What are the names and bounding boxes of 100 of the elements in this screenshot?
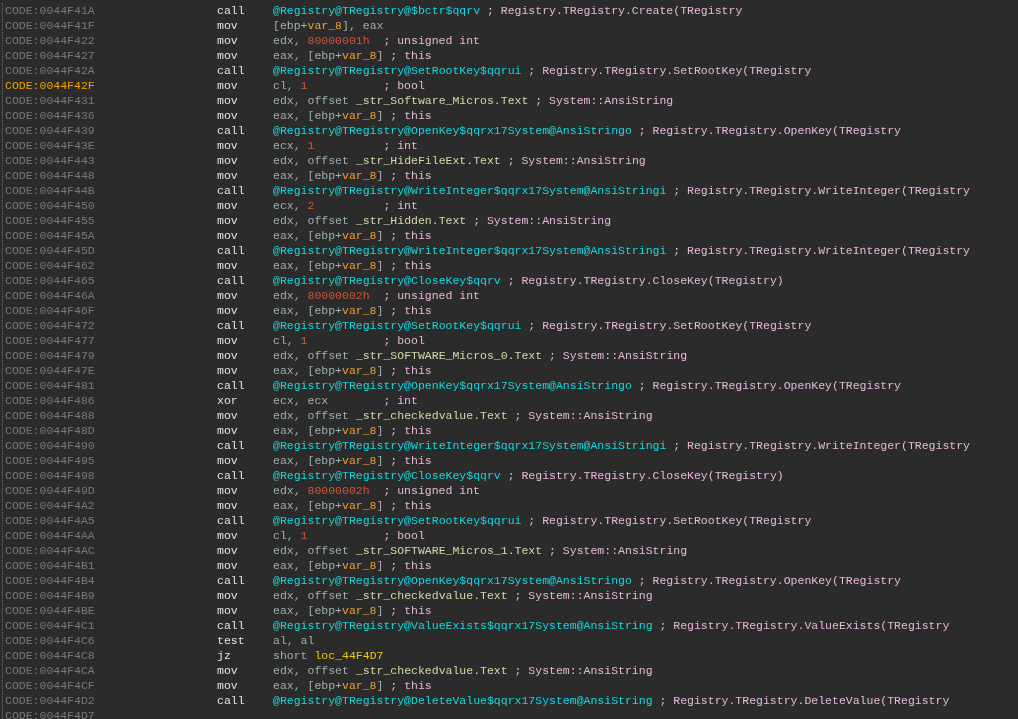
instruction-mnemonic: mov <box>217 303 239 318</box>
address-label: CODE:0044F436 <box>5 108 96 123</box>
operand-text: @Registry@TRegistry@ValueExists$qqrx17System@AnsiString <box>273 618 653 633</box>
address-label: CODE:0044F43E <box>5 138 96 153</box>
comment-text: ; Registry.TRegistry.CloseKey(TRegistry) <box>507 468 784 483</box>
instruction-mnemonic: mov <box>217 558 239 573</box>
comment-text: ; unsigned int <box>383 483 481 498</box>
address-label: CODE:0044F4AA <box>5 528 96 543</box>
operand-text: eax, [ebp+var_8] <box>273 258 384 273</box>
operand-text: edx, offset _str_Hidden.Text <box>273 213 467 228</box>
instruction-mnemonic: mov <box>217 78 239 93</box>
operand-text: edx, offset _str_checkedvalue.Text <box>273 663 508 678</box>
comment-text: ; Registry.TRegistry.WriteInteger(TRegistry <box>673 243 970 258</box>
operand-text: edx, offset _str_checkedvalue.Text <box>273 408 508 423</box>
instruction-mnemonic: call <box>217 573 246 588</box>
operand-text: eax, [ebp+var_8] <box>273 228 384 243</box>
comment-text: ; bool <box>383 528 425 543</box>
operand-text: @Registry@TRegistry@SetRootKey$qqrui <box>273 318 522 333</box>
instruction-mnemonic: mov <box>217 168 239 183</box>
operand-text: @Registry@TRegistry@OpenKey$qqrx17System@AnsiStringo <box>273 573 632 588</box>
address-label: CODE:0044F498 <box>5 468 96 483</box>
instruction-mnemonic: mov <box>217 333 239 348</box>
comment-text: ; unsigned int <box>383 33 481 48</box>
address-label: CODE:0044F479 <box>5 348 96 363</box>
instruction-mnemonic: mov <box>217 453 239 468</box>
address-label: CODE:0044F4CF <box>5 678 96 693</box>
comment-text: ; unsigned int <box>383 288 481 303</box>
address-label: CODE:0044F431 <box>5 93 96 108</box>
operand-text: edx, offset _str_SOFTWARE_Micros_1.Text <box>273 543 543 558</box>
operand-text: @Registry@TRegistry@$bctr$qqrv <box>273 3 481 18</box>
address-label: CODE:0044F49D <box>5 483 96 498</box>
comment-text: ; this <box>390 108 432 123</box>
instruction-mnemonic: mov <box>217 138 239 153</box>
address-label: CODE:0044F4B4 <box>5 573 96 588</box>
comment-text: ; System::AnsiString <box>514 663 653 678</box>
instruction-mnemonic: test <box>217 633 246 648</box>
address-label: CODE:0044F448 <box>5 168 96 183</box>
instruction-mnemonic: mov <box>217 258 239 273</box>
address-label: CODE:0044F42F <box>5 78 96 93</box>
operand-text: [ebp+var_8], eax <box>273 18 384 33</box>
operand-text: edx, offset _str_checkedvalue.Text <box>273 588 508 603</box>
operand-text: eax, [ebp+var_8] <box>273 108 384 123</box>
instruction-mnemonic: mov <box>217 528 239 543</box>
instruction-mnemonic: mov <box>217 18 239 33</box>
instruction-mnemonic: call <box>217 693 246 708</box>
address-label: CODE:0044F4C8 <box>5 648 96 663</box>
address-label: CODE:0044F46F <box>5 303 96 318</box>
address-label: CODE:0044F443 <box>5 153 96 168</box>
operand-text: eax, [ebp+var_8] <box>273 363 384 378</box>
comment-text: ; System::AnsiString <box>549 348 688 363</box>
operand-text: short loc_44F4D7 <box>273 648 384 663</box>
operand-text: eax, [ebp+var_8] <box>273 498 384 513</box>
operand-text: edx, offset _str_HideFileExt.Text <box>273 153 501 168</box>
comment-text: ; Registry.TRegistry.OpenKey(TRegistry <box>638 123 901 138</box>
instruction-mnemonic: call <box>217 618 246 633</box>
address-label: CODE:0044F4BE <box>5 603 96 618</box>
comment-text: ; int <box>383 198 418 213</box>
address-label: CODE:0044F47E <box>5 363 96 378</box>
operand-text: edx, offset _str_SOFTWARE_Micros_0.Text <box>273 348 543 363</box>
address-label: CODE:0044F439 <box>5 123 96 138</box>
instruction-mnemonic: call <box>217 183 246 198</box>
operand-text: eax, [ebp+var_8] <box>273 48 384 63</box>
comment-text: ; this <box>390 48 432 63</box>
comment-text: ; System::AnsiString <box>473 213 612 228</box>
comment-text: ; System::AnsiString <box>514 588 653 603</box>
instruction-mnemonic: mov <box>217 153 239 168</box>
address-label: CODE:0044F4AC <box>5 543 96 558</box>
operand-text: @Registry@TRegistry@CloseKey$qqrv <box>273 273 501 288</box>
instruction-mnemonic: mov <box>217 228 239 243</box>
address-label: CODE:0044F450 <box>5 198 96 213</box>
instruction-mnemonic: call <box>217 243 246 258</box>
comment-text: ; this <box>390 303 432 318</box>
address-label: CODE:0044F45A <box>5 228 96 243</box>
operand-text: eax, [ebp+var_8] <box>273 168 384 183</box>
operand-text: edx, 80000002h <box>273 288 371 303</box>
address-label: CODE:0044F488 <box>5 408 96 423</box>
address-label: CODE:0044F45D <box>5 243 96 258</box>
operand-text: cl, 1 <box>273 333 309 348</box>
comment-text: ; Registry.TRegistry.Create(TRegistry <box>486 3 743 18</box>
operand-text: eax, [ebp+var_8] <box>273 303 384 318</box>
operand-text: eax, [ebp+var_8] <box>273 603 384 618</box>
comment-text: ; System::AnsiString <box>514 408 653 423</box>
instruction-mnemonic: call <box>217 123 246 138</box>
address-label: CODE:0044F4C6 <box>5 633 96 648</box>
instruction-mnemonic: mov <box>217 288 239 303</box>
operand-text: @Registry@TRegistry@CloseKey$qqrv <box>273 468 501 483</box>
operand-text: cl, 1 <box>273 528 309 543</box>
address-label: CODE:0044F495 <box>5 453 96 468</box>
operand-text: ecx, 2 <box>273 198 316 213</box>
address-label: CODE:0044F4A5 <box>5 513 96 528</box>
address-label: CODE:0044F41F <box>5 18 96 33</box>
operand-text: eax, [ebp+var_8] <box>273 423 384 438</box>
instruction-mnemonic: call <box>217 3 246 18</box>
operand-text: @Registry@TRegistry@OpenKey$qqrx17System@AnsiStringo <box>273 123 632 138</box>
comment-text: ; this <box>390 498 432 513</box>
comment-text: ; this <box>390 168 432 183</box>
instruction-mnemonic: call <box>217 273 246 288</box>
operand-text: edx, 80000001h <box>273 33 371 48</box>
comment-text: ; Registry.TRegistry.SetRootKey(TRegistry <box>528 318 812 333</box>
comment-text: ; int <box>383 393 418 408</box>
